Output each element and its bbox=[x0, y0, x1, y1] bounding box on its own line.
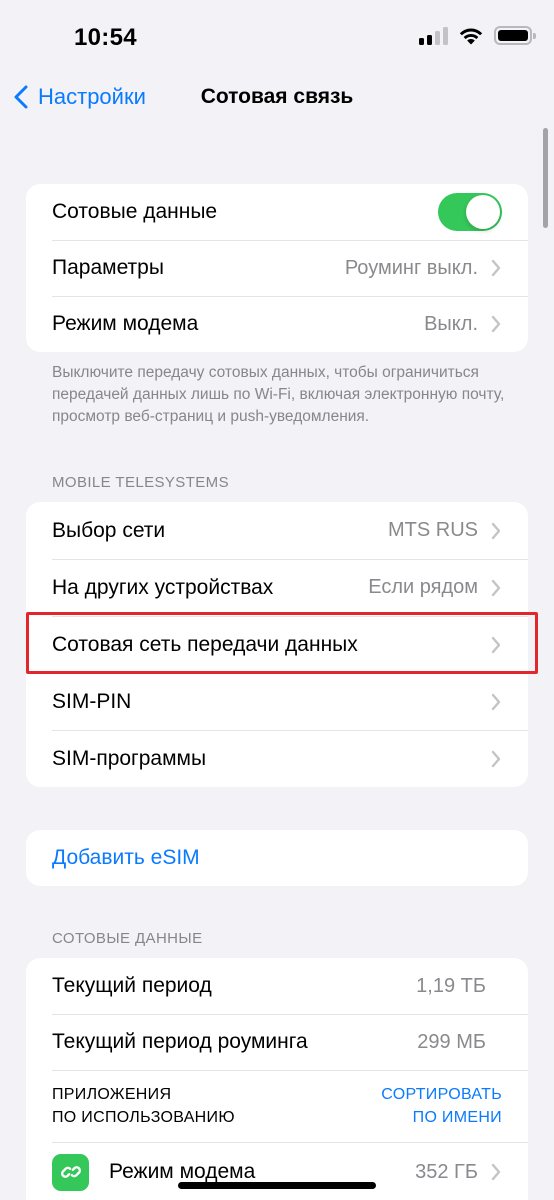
hotspot-row[interactable]: Режим модема Выкл. bbox=[26, 296, 528, 352]
chevron-right-icon bbox=[491, 579, 501, 596]
app-usage-value: 352 ГБ bbox=[415, 1160, 478, 1183]
sort-by-name-button[interactable]: СОРТИРОВАТЬ ПО ИМЕНИ bbox=[381, 1083, 502, 1129]
apps-usage-header: ПРИЛОЖЕНИЯ ПО ИСПОЛЬЗОВАНИЮ СОРТИРОВАТЬ … bbox=[26, 1070, 528, 1142]
data-network-label: Сотовая сеть передачи данных bbox=[52, 632, 358, 656]
cellular-data-toggle[interactable] bbox=[438, 193, 502, 231]
other-devices-label: На других устройствах bbox=[52, 575, 274, 599]
params-label: Параметры bbox=[52, 256, 164, 279]
network-select-value: MTS RUS bbox=[388, 519, 478, 541]
chevron-right-icon bbox=[491, 1163, 501, 1181]
network-select-row[interactable]: Выбор сети MTS RUS bbox=[26, 502, 528, 559]
battery-icon bbox=[494, 26, 536, 45]
sim-apps-row[interactable]: SIM-программы bbox=[26, 730, 528, 787]
carrier-section-header: MOBILE TELESYSTEMS bbox=[52, 474, 229, 491]
roaming-period-value: 299 МБ bbox=[417, 1030, 486, 1053]
chevron-right-icon bbox=[491, 259, 501, 277]
hotspot-link-icon bbox=[52, 1153, 89, 1191]
add-esim-label: Добавить eSIM bbox=[52, 846, 200, 869]
apps-by-usage-label: ПРИЛОЖЕНИЯ ПО ИСПОЛЬЗОВАНИЮ bbox=[52, 1086, 235, 1126]
other-devices-value: Если рядом bbox=[368, 576, 478, 598]
esim-group: Добавить eSIM bbox=[26, 830, 528, 886]
chevron-right-icon bbox=[491, 315, 501, 333]
sim-pin-label: SIM-PIN bbox=[52, 689, 132, 713]
cellular-data-footnote: Выключите передачу сотовых данных, чтобы… bbox=[52, 364, 505, 425]
network-select-label: Выбор сети bbox=[52, 518, 166, 542]
chevron-right-icon bbox=[491, 693, 501, 710]
sim-apps-label: SIM-программы bbox=[52, 746, 207, 770]
status-bar: 10:54 bbox=[0, 0, 554, 78]
cellular-data-label: Сотовые данные bbox=[52, 200, 218, 223]
status-time: 10:54 bbox=[74, 24, 137, 51]
cellular-data-row: Сотовые данные bbox=[26, 184, 528, 240]
add-esim-button[interactable]: Добавить eSIM bbox=[26, 830, 528, 886]
current-period-row: Текущий период 1,19 ТБ bbox=[26, 958, 528, 1014]
chevron-right-icon bbox=[491, 636, 501, 653]
params-row[interactable]: Параметры Роуминг выкл. bbox=[26, 240, 528, 296]
usage-section-header: СОТОВЫЕ ДАННЫЕ bbox=[52, 930, 203, 947]
roaming-period-label: Текущий период роуминга bbox=[52, 1030, 308, 1053]
carrier-group: Выбор сети MTS RUS На других устройствах… bbox=[26, 502, 528, 787]
cellular-settings-group: Сотовые данные Параметры Роуминг выкл. Р… bbox=[26, 184, 528, 352]
cellular-signal-icon bbox=[419, 26, 448, 45]
sim-pin-row[interactable]: SIM-PIN bbox=[26, 673, 528, 730]
page-title: Сотовая связь bbox=[200, 85, 354, 108]
scroll-indicator[interactable] bbox=[543, 128, 548, 228]
usage-group: Текущий период 1,19 ТБ Текущий период ро… bbox=[26, 958, 528, 1200]
params-value: Роуминг выкл. bbox=[344, 256, 478, 279]
roaming-period-row: Текущий период роуминга 299 МБ bbox=[26, 1014, 528, 1070]
current-period-label: Текущий период bbox=[52, 974, 212, 997]
data-network-row[interactable]: Сотовая сеть передачи данных bbox=[26, 616, 528, 673]
other-devices-row[interactable]: На других устройствах Если рядом bbox=[26, 559, 528, 616]
status-icons bbox=[419, 26, 536, 45]
home-indicator[interactable] bbox=[178, 1182, 376, 1189]
app-usage-name: Режим модема bbox=[109, 1160, 256, 1183]
hotspot-label: Режим модема bbox=[52, 312, 199, 335]
chevron-right-icon bbox=[491, 522, 501, 539]
current-period-value: 1,19 ТБ bbox=[416, 974, 486, 997]
chevron-right-icon bbox=[491, 750, 501, 767]
hotspot-value: Выкл. bbox=[424, 312, 478, 335]
wifi-icon bbox=[459, 28, 483, 45]
navigation-bar: Настройки Сотовая связь bbox=[0, 78, 554, 122]
app-usage-row[interactable]: Режим модема 352 ГБ bbox=[26, 1142, 528, 1200]
